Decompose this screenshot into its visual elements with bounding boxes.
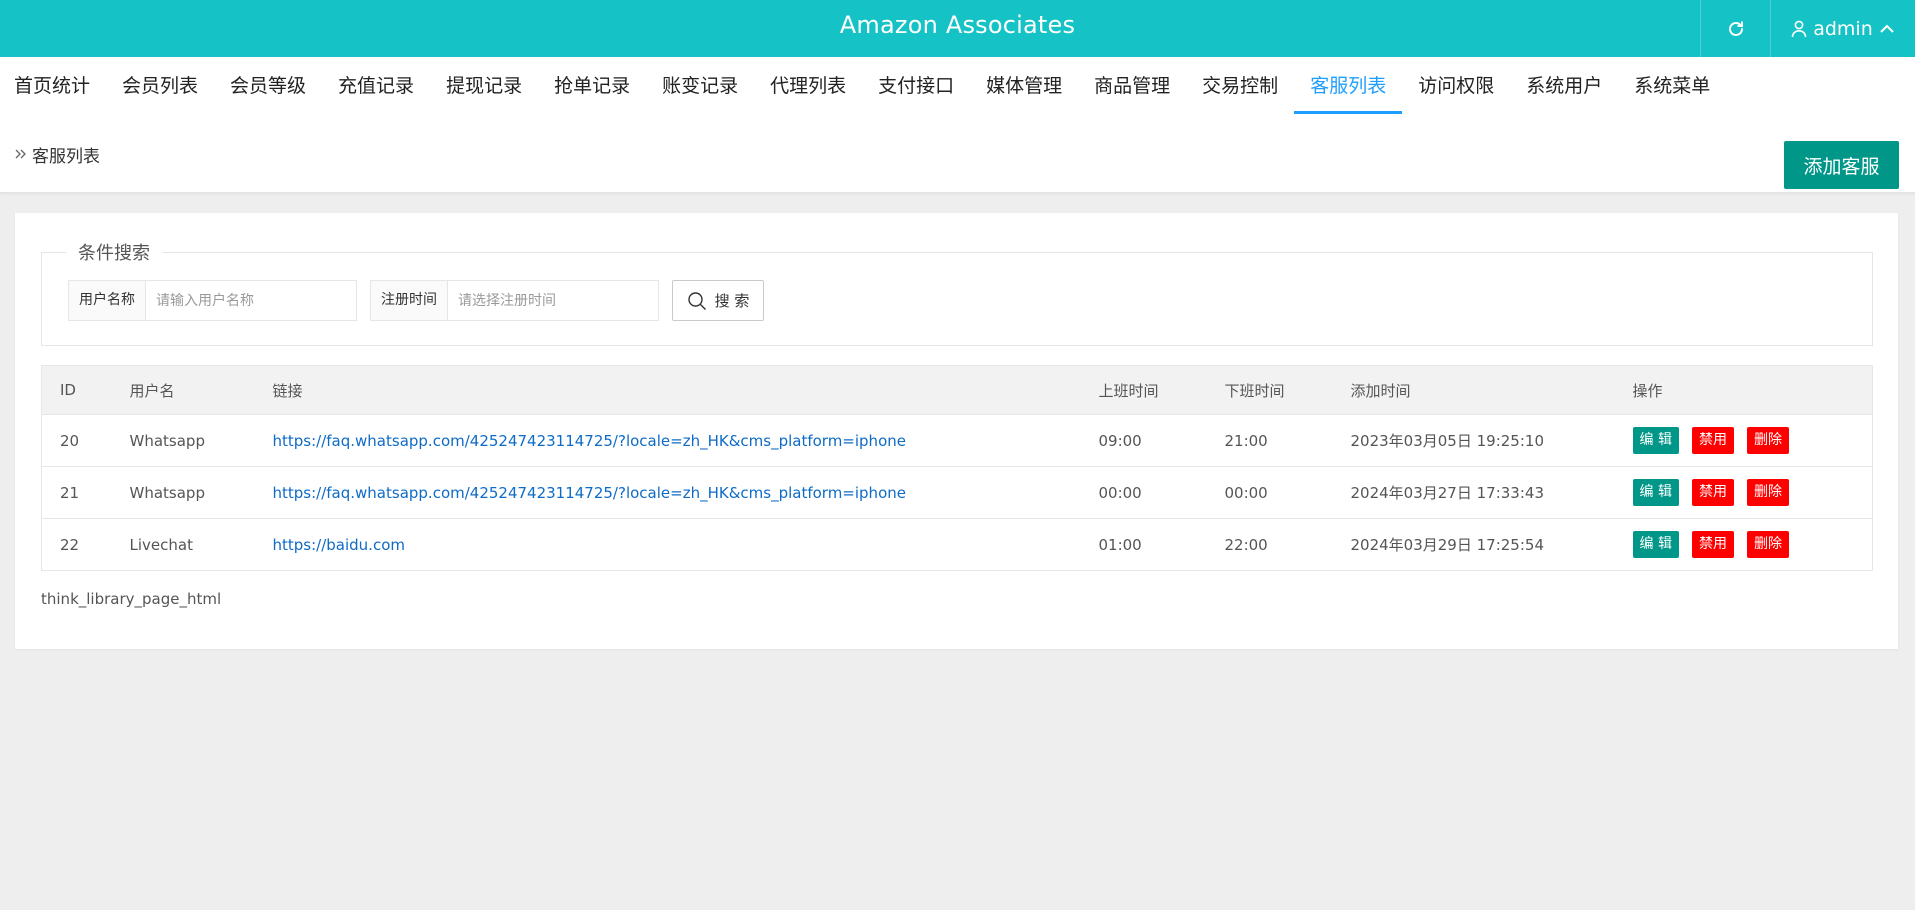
nav-item-system-users[interactable]: 系统用户 bbox=[1510, 57, 1618, 115]
delete-button[interactable]: 删除 bbox=[1746, 531, 1789, 558]
cell-end-time: 00:00 bbox=[1206, 466, 1333, 519]
cell-id: 21 bbox=[41, 466, 112, 519]
nav-item-customer-service-list[interactable]: 客服列表 bbox=[1294, 57, 1403, 115]
search-row: 用户名称 注册时间 搜 索 bbox=[68, 280, 764, 321]
cell-id: 20 bbox=[41, 414, 112, 467]
regtime-input[interactable] bbox=[448, 281, 658, 320]
user-name: admin bbox=[1813, 17, 1873, 40]
table-header-row: ID 用户名 链接 上班时间 下班时间 添加时间 操作 bbox=[41, 365, 1873, 415]
nav-item-member-level[interactable]: 会员等级 bbox=[214, 57, 322, 115]
table-row: 20 Whatsapp https://faq.whatsapp.com/425… bbox=[41, 414, 1873, 467]
breadcrumb-bar: 客服列表 添加客服 bbox=[0, 115, 1915, 193]
chevron-up-icon bbox=[1880, 24, 1894, 33]
delete-button[interactable]: 删除 bbox=[1746, 479, 1789, 506]
col-end-time: 下班时间 bbox=[1206, 365, 1333, 415]
search-legend: 条件搜索 bbox=[66, 239, 162, 265]
cell-actions: 编 辑 禁用 删除 bbox=[1614, 414, 1873, 467]
cell-link: https://baidu.com bbox=[254, 518, 1081, 571]
nav-item-balance-change-records[interactable]: 账变记录 bbox=[646, 57, 754, 115]
nav-item-member-list[interactable]: 会员列表 bbox=[106, 57, 214, 115]
user-icon bbox=[1791, 20, 1807, 37]
pagination-placeholder: think_library_page_html bbox=[41, 590, 222, 608]
cell-end-time: 21:00 bbox=[1206, 414, 1333, 467]
table-row: 22 Livechat https://baidu.com 01:00 22:0… bbox=[41, 518, 1873, 571]
regtime-filter: 注册时间 bbox=[370, 280, 659, 321]
edit-button[interactable]: 编 辑 bbox=[1632, 531, 1679, 558]
app-title: Amazon Associates bbox=[839, 11, 1076, 39]
nav-item-access-permissions[interactable]: 访问权限 bbox=[1402, 57, 1510, 115]
cell-added-time: 2024年03月27日 17:33:43 bbox=[1332, 466, 1615, 519]
cell-start-time: 01:00 bbox=[1080, 518, 1207, 571]
search-button-label: 搜 索 bbox=[714, 292, 750, 310]
cell-username: Livechat bbox=[111, 518, 255, 571]
col-id: ID bbox=[41, 365, 112, 415]
user-menu[interactable]: admin bbox=[1770, 0, 1915, 57]
username-filter: 用户名称 bbox=[68, 280, 357, 321]
cell-end-time: 22:00 bbox=[1206, 518, 1333, 571]
col-actions: 操作 bbox=[1614, 365, 1873, 415]
nav-item-recharge-records[interactable]: 充值记录 bbox=[322, 57, 430, 115]
cell-start-time: 00:00 bbox=[1080, 466, 1207, 519]
disable-button[interactable]: 禁用 bbox=[1691, 479, 1734, 506]
disable-button[interactable]: 禁用 bbox=[1691, 427, 1734, 454]
col-added-time: 添加时间 bbox=[1332, 365, 1615, 415]
breadcrumb: 客服列表 bbox=[14, 115, 100, 193]
cell-added-time: 2023年03月05日 19:25:10 bbox=[1332, 414, 1615, 467]
refresh-button[interactable] bbox=[1700, 0, 1770, 57]
nav-item-trade-control[interactable]: 交易控制 bbox=[1186, 57, 1294, 115]
col-start-time: 上班时间 bbox=[1080, 365, 1207, 415]
top-nav: 首页统计 会员列表 会员等级 充值记录 提现记录 抢单记录 账变记录 代理列表 … bbox=[0, 57, 1915, 115]
cell-actions: 编 辑 禁用 删除 bbox=[1614, 466, 1873, 519]
cell-username: Whatsapp bbox=[111, 466, 255, 519]
nav-item-payment-interface[interactable]: 支付接口 bbox=[862, 57, 970, 115]
header-actions: admin bbox=[1700, 0, 1915, 57]
search-button[interactable]: 搜 索 bbox=[672, 280, 764, 321]
cell-username: Whatsapp bbox=[111, 414, 255, 467]
nav-item-product-management[interactable]: 商品管理 bbox=[1078, 57, 1186, 115]
table-row: 21 Whatsapp https://faq.whatsapp.com/425… bbox=[41, 466, 1873, 519]
cell-start-time: 09:00 bbox=[1080, 414, 1207, 467]
double-chevron-right-icon bbox=[15, 149, 26, 159]
service-link[interactable]: https://baidu.com bbox=[273, 536, 405, 554]
search-fieldset: 条件搜索 用户名称 注册时间 搜 索 bbox=[41, 239, 1873, 346]
content-card: 条件搜索 用户名称 注册时间 搜 索 ID 用户名 bbox=[15, 213, 1898, 649]
service-link[interactable]: https://faq.whatsapp.com/425247423114725… bbox=[273, 484, 906, 502]
add-customer-service-button[interactable]: 添加客服 bbox=[1784, 141, 1899, 189]
nav-item-system-menu[interactable]: 系统菜单 bbox=[1618, 57, 1726, 115]
cell-id: 22 bbox=[41, 518, 112, 571]
username-label: 用户名称 bbox=[69, 281, 146, 320]
service-link[interactable]: https://faq.whatsapp.com/425247423114725… bbox=[273, 432, 906, 450]
search-icon bbox=[687, 291, 706, 310]
col-username: 用户名 bbox=[111, 365, 255, 415]
nav-item-agent-list[interactable]: 代理列表 bbox=[754, 57, 862, 115]
regtime-label: 注册时间 bbox=[371, 281, 448, 320]
cell-link: https://faq.whatsapp.com/425247423114725… bbox=[254, 414, 1081, 467]
edit-button[interactable]: 编 辑 bbox=[1632, 479, 1679, 506]
breadcrumb-current: 客服列表 bbox=[32, 146, 100, 167]
app-header: Amazon Associates admin bbox=[0, 0, 1915, 57]
nav-item-home-stats[interactable]: 首页统计 bbox=[0, 57, 106, 115]
cell-link: https://faq.whatsapp.com/425247423114725… bbox=[254, 466, 1081, 519]
disable-button[interactable]: 禁用 bbox=[1691, 531, 1734, 558]
cell-actions: 编 辑 禁用 删除 bbox=[1614, 518, 1873, 571]
refresh-icon bbox=[1728, 20, 1743, 36]
customer-service-table: ID 用户名 链接 上班时间 下班时间 添加时间 操作 20 Whatsapp … bbox=[41, 365, 1873, 571]
edit-button[interactable]: 编 辑 bbox=[1632, 427, 1679, 454]
nav-item-media-management[interactable]: 媒体管理 bbox=[970, 57, 1078, 115]
col-link: 链接 bbox=[254, 365, 1081, 415]
username-input[interactable] bbox=[146, 281, 356, 320]
nav-item-withdraw-records[interactable]: 提现记录 bbox=[430, 57, 538, 115]
nav-item-order-grab-records[interactable]: 抢单记录 bbox=[538, 57, 646, 115]
cell-added-time: 2024年03月29日 17:25:54 bbox=[1332, 518, 1615, 571]
delete-button[interactable]: 删除 bbox=[1746, 427, 1789, 454]
